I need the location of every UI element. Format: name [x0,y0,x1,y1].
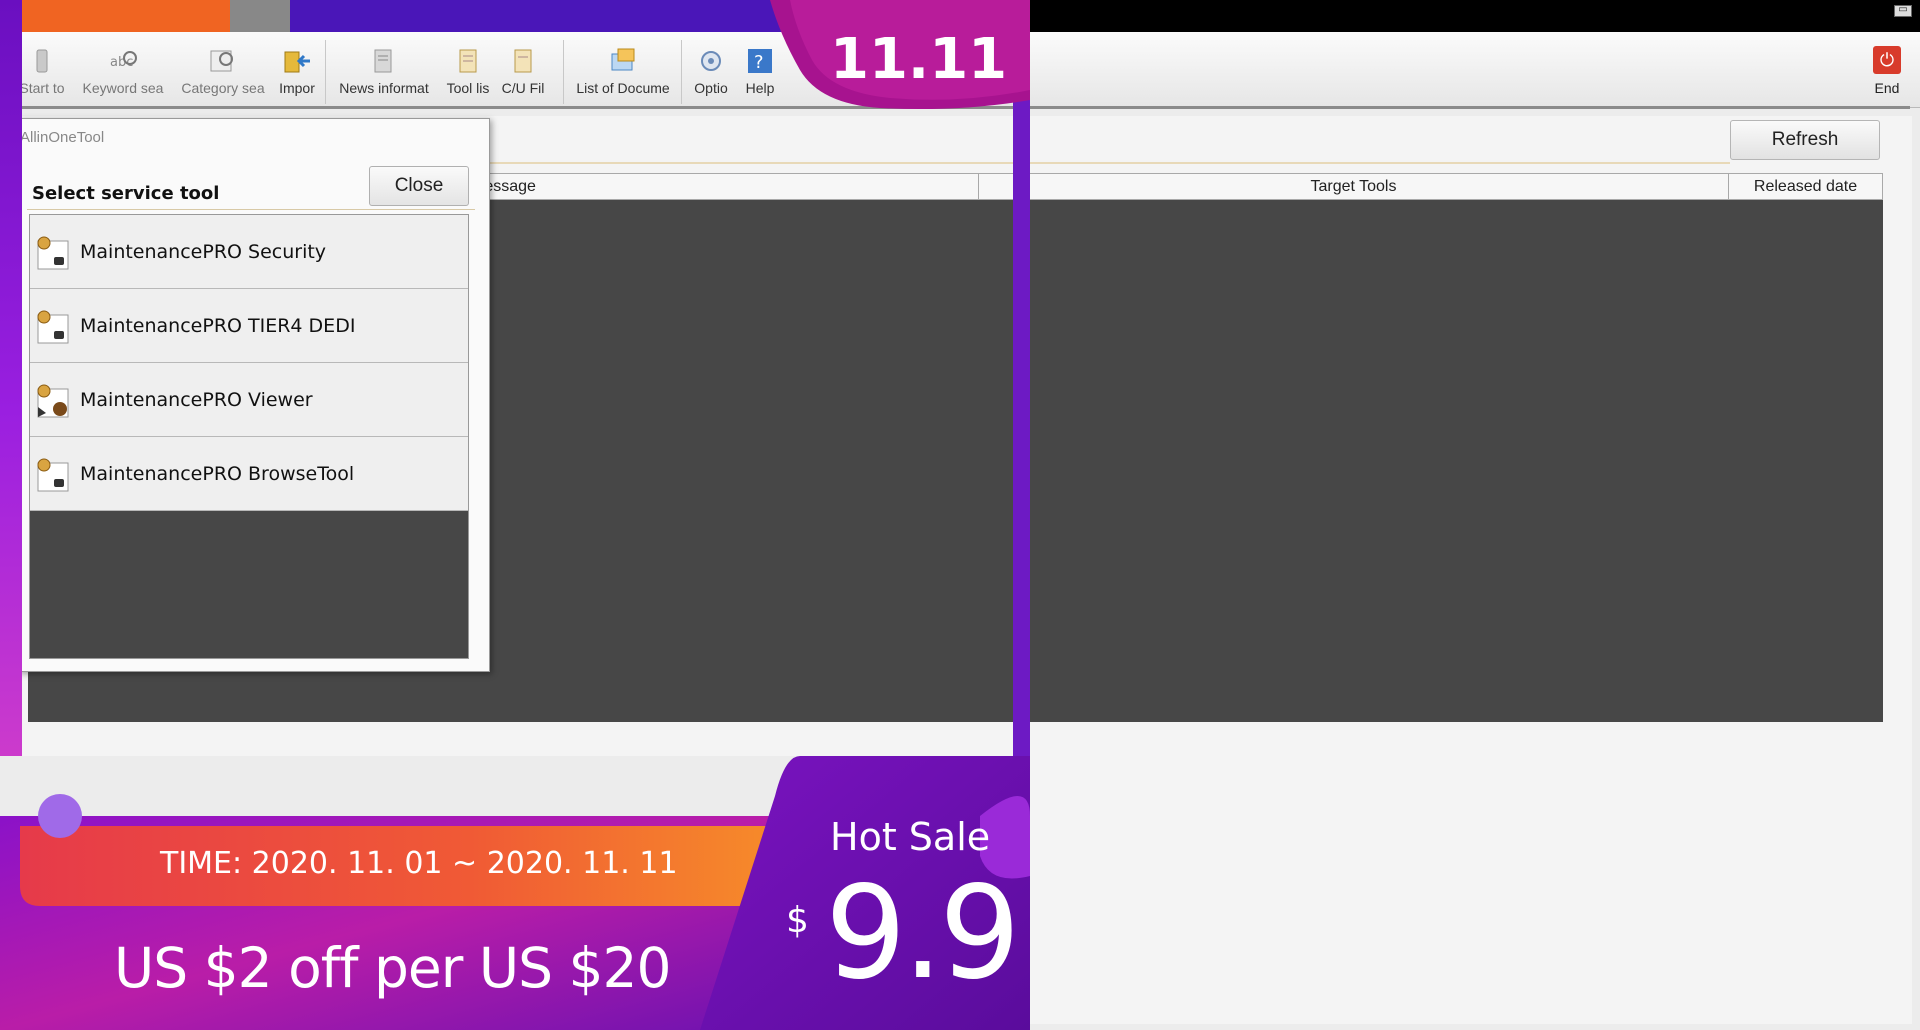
maintenance-tool-icon [37,310,69,344]
toolbar-label: Impor [279,80,315,96]
document-list-icon [611,48,635,71]
abc-search-icon: abc [110,51,137,70]
toolbar-tool-list-button[interactable]: Tool lis [442,46,494,106]
select-service-tool-dialog: AllinOneTool Select service tool Close M… [18,118,490,672]
toolbar-label: News informat [339,80,429,96]
tool-list-icon [459,49,477,73]
column-released-date[interactable]: Released date [1729,174,1882,199]
promo-currency: $ [786,900,809,941]
import-icon [284,51,310,73]
end-label: End [1874,80,1900,96]
toolbar-import-button[interactable]: Impor [274,46,320,106]
toolbar-category-search-button[interactable]: Category sea [178,46,268,106]
cu-file-icon [514,49,532,73]
tool-item-label: MaintenancePRO BrowseTool [80,463,355,485]
toolbar-keyword-search-button[interactable]: abc Keyword sea [78,46,168,106]
toolbar-label: Tool lis [446,80,490,96]
dialog-title: AllinOneTool [20,129,105,146]
close-button[interactable]: Close [369,166,469,206]
svg-text:abc: abc [110,55,133,70]
toolbar-separator [681,40,682,104]
maintenance-viewer-icon [37,384,69,418]
column-target-tools[interactable]: Target Tools [979,174,1729,199]
toolbar-cu-file-button[interactable]: C/U Fil [498,46,548,106]
toolbar-label: Optio [694,80,728,96]
promo-price: 9.9 [825,859,1021,1008]
toolbar-separator [563,40,564,104]
toolbar-start-button[interactable]: Start to [14,46,70,106]
toolbar-news-button[interactable]: News informat [332,46,436,106]
end-button[interactable]: ⏻ End [1862,46,1912,96]
tool-item-label: MaintenancePRO Viewer [80,389,313,411]
refresh-button[interactable]: Refresh [1730,120,1880,160]
maintenance-tool-icon [37,458,69,492]
tool-item-browsetool[interactable]: MaintenancePRO BrowseTool [30,437,468,511]
category-search-icon [210,50,233,72]
dialog-heading: Select service tool [32,183,220,204]
tool-item-tier4-dedi[interactable]: MaintenancePRO TIER4 DEDI [30,289,468,363]
promo-right-border [1013,0,1030,760]
tool-item-viewer[interactable]: MaintenancePRO Viewer [30,363,468,437]
promo-offer-text: US $2 off per US $20 [114,936,671,1000]
dialog-divider [27,209,475,210]
tool-item-label: MaintenancePRO Security [80,241,327,263]
power-icon: ⏻ [1873,46,1901,74]
toolbar-label: Start to [19,80,65,96]
restore-window-button[interactable]: ▭ [1894,5,1912,17]
toolbar-label: Category sea [181,80,265,96]
toolbar-label: Keyword sea [82,80,164,96]
toolbar-separator [325,40,326,104]
service-tool-list: MaintenancePRO Security MaintenancePRO T… [29,214,469,659]
tool-item-security[interactable]: MaintenancePRO Security [30,215,468,289]
start-icon [36,49,48,73]
toolbar-document-list-button[interactable]: List of Docume [570,46,676,106]
toolbar-options-button[interactable]: Optio [688,46,734,106]
promo-hot-sale: Hot Sale [830,815,991,859]
maintenance-tool-icon [37,236,69,270]
filter-divider [488,162,1730,164]
toolbar-label: C/U Fil [501,80,545,96]
toolbar-label: List of Docume [576,80,670,96]
options-gear-icon [701,51,721,71]
news-icon [374,49,392,73]
promo-time-text: TIME: 2020. 11. 01 ~ 2020. 11. 11 [160,846,678,881]
tool-item-label: MaintenancePRO TIER4 DEDI [80,315,356,337]
promo-logo-text: 11.11 [830,27,1008,92]
